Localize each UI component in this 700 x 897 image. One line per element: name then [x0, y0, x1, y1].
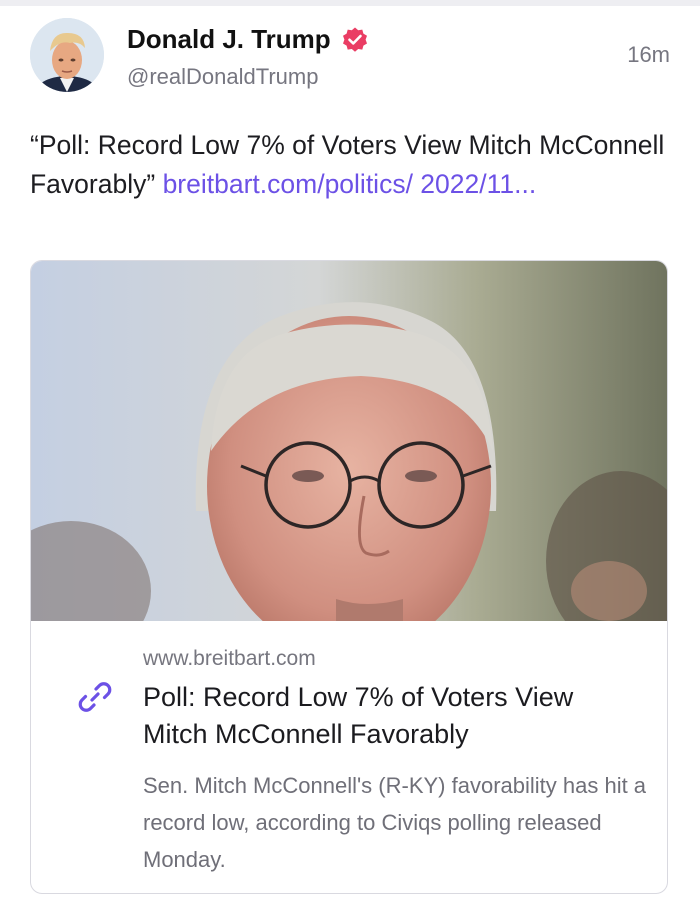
card-title[interactable]: Poll: Record Low 7% of Voters View Mitch…	[143, 679, 643, 753]
author-handle[interactable]: @realDonaldTrump	[127, 64, 318, 90]
card-image[interactable]	[31, 261, 667, 621]
card-body[interactable]: www.breitbart.com Poll: Record Low 7% of…	[31, 621, 667, 893]
post-timestamp[interactable]: 16m	[627, 42, 670, 68]
link-icon	[75, 677, 115, 717]
post-link[interactable]: breitbart.com/politics/ 2022/11...	[163, 169, 537, 199]
link-preview-card[interactable]: www.breitbart.com Poll: Record Low 7% of…	[30, 260, 668, 894]
author-name[interactable]: Donald J. Trump	[127, 24, 331, 55]
card-domain: www.breitbart.com	[143, 647, 316, 670]
author-name-row[interactable]: Donald J. Trump	[127, 24, 369, 55]
avatar[interactable]	[30, 18, 104, 92]
top-divider	[0, 0, 700, 6]
card-description: Sen. Mitch McConnell's (R-KY) favorabili…	[143, 773, 647, 872]
post-body: “Poll: Record Low 7% of Voters View Mitc…	[30, 126, 670, 204]
verified-badge-icon	[341, 26, 369, 54]
